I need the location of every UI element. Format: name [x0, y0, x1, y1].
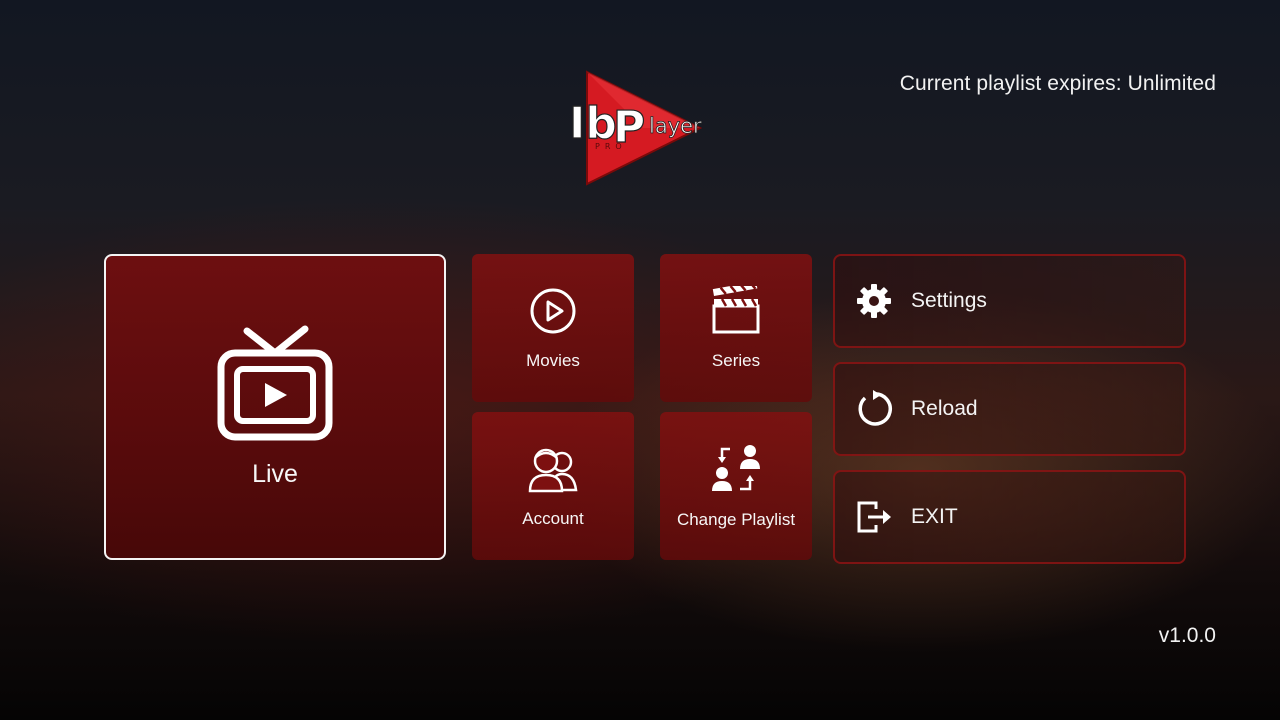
logo-text-layer: layer — [649, 114, 702, 138]
change-playlist-tile[interactable]: Change Playlist — [660, 412, 812, 560]
users-icon — [526, 444, 580, 499]
exit-icon — [855, 498, 893, 536]
exit-label: EXIT — [911, 505, 958, 528]
settings-button[interactable]: Settings — [833, 254, 1186, 348]
logo-text-pro: PRO — [595, 142, 627, 151]
account-tile[interactable]: Account — [472, 412, 634, 560]
play-circle-icon — [528, 286, 578, 341]
ibplayer-pro-logo: Ib P layer PRO — [565, 70, 715, 188]
live-label: Live — [252, 460, 298, 488]
reload-icon — [855, 390, 893, 428]
series-tile[interactable]: Series — [660, 254, 812, 402]
movies-label: Movies — [526, 350, 580, 370]
series-label: Series — [711, 350, 761, 370]
live-tile[interactable]: Live — [104, 254, 446, 560]
app-version: v1.0.0 — [1158, 624, 1216, 647]
reload-label: Reload — [911, 397, 978, 420]
tv-icon — [217, 325, 333, 448]
gear-icon — [855, 282, 893, 320]
change-playlist-label: Change Playlist — [676, 509, 796, 529]
settings-label: Settings — [911, 289, 987, 312]
reload-button[interactable]: Reload — [833, 362, 1186, 456]
clapperboard-icon — [710, 280, 762, 341]
account-label: Account — [522, 508, 584, 528]
playlist-expiry-text: Current playlist expires: Unlimited — [899, 72, 1216, 95]
exit-button[interactable]: EXIT — [833, 470, 1186, 564]
movies-tile[interactable]: Movies — [472, 254, 634, 402]
swap-users-icon — [710, 443, 762, 500]
